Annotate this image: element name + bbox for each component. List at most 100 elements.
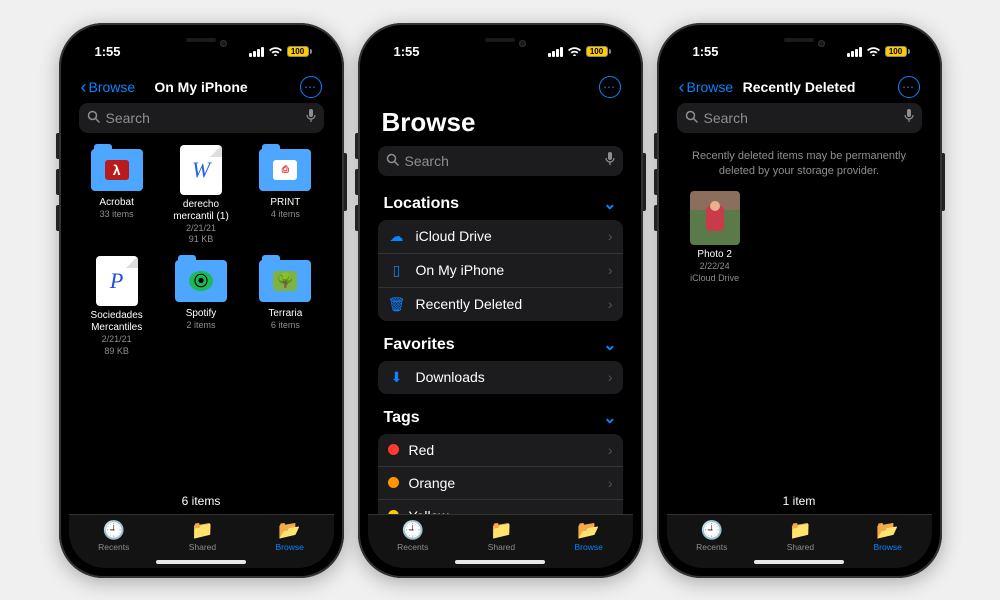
row-tag-yellow[interactable]: Yellow ›	[378, 500, 623, 514]
page-title: On My iPhone	[154, 79, 247, 95]
row-tag-orange[interactable]: Orange ›	[378, 467, 623, 500]
row-on-my-iphone[interactable]: ▯ On My iPhone ›	[378, 254, 623, 288]
download-icon: ⬇	[388, 369, 406, 386]
mic-icon[interactable]	[605, 152, 615, 169]
row-tag-red[interactable]: Red ›	[378, 434, 623, 467]
row-icloud-drive[interactable]: ☁ iCloud Drive ›	[378, 220, 623, 254]
tab-browse[interactable]: 📂Browse	[574, 520, 602, 552]
more-button[interactable]: ⋯	[300, 76, 322, 98]
status-time: 1:55	[693, 44, 719, 59]
file-grid: λ Acrobat 33 items W derecho mercantil (…	[79, 145, 324, 358]
cellular-icon	[548, 47, 563, 57]
file-derecho[interactable]: W derecho mercantil (1) 2/21/21 91 KB	[163, 145, 239, 246]
page-title: Browse	[368, 103, 633, 146]
search-field[interactable]	[378, 146, 623, 176]
folder-icon: 📂	[876, 520, 898, 540]
search-field[interactable]	[677, 103, 922, 133]
battery-icon: 100	[586, 46, 611, 57]
battery-icon: 100	[287, 46, 312, 57]
tab-shared[interactable]: 📁Shared	[488, 520, 515, 552]
chevron-right-icon: ›	[608, 228, 613, 244]
search-input[interactable]	[405, 153, 599, 169]
search-icon	[87, 110, 100, 126]
shared-folder-icon: 📁	[490, 520, 512, 540]
cellular-icon	[249, 47, 264, 57]
tab-browse[interactable]: 📂Browse	[275, 520, 303, 552]
file-grid: Photo 2 2/22/24 iCloud Drive	[677, 191, 922, 284]
image-thumbnail-icon	[690, 191, 740, 245]
shared-folder-icon: 📁	[789, 520, 811, 540]
chevron-left-icon: ‹	[81, 78, 87, 96]
chevron-down-icon: ⌄	[603, 194, 616, 214]
folder-terraria[interactable]: 🌳 Terraria 6 items	[247, 256, 323, 357]
chevron-right-icon: ›	[608, 475, 613, 491]
chevron-right-icon: ›	[608, 262, 613, 278]
row-downloads[interactable]: ⬇ Downloads ›	[378, 361, 623, 394]
folder-icon: ⎙	[259, 149, 311, 191]
chevron-down-icon: ⌄	[603, 408, 616, 428]
search-input[interactable]	[106, 110, 300, 126]
word-doc-icon: P	[96, 256, 138, 306]
chevron-right-icon: ›	[608, 442, 613, 458]
tag-dot-icon	[388, 444, 399, 455]
notch	[454, 33, 546, 55]
search-input[interactable]	[704, 110, 898, 126]
chevron-left-icon: ‹	[679, 78, 685, 96]
row-recently-deleted[interactable]: 🗑 Recently Deleted ›	[378, 288, 623, 321]
folder-icon: 📂	[278, 520, 300, 540]
tab-recents[interactable]: 🕘Recents	[98, 520, 129, 552]
cellular-icon	[847, 47, 862, 57]
search-field[interactable]	[79, 103, 324, 133]
status-time: 1:55	[95, 44, 121, 59]
file-photo-2[interactable]: Photo 2 2/22/24 iCloud Drive	[677, 191, 753, 284]
item-count: 1 item	[667, 488, 932, 514]
favorites-list: ⬇ Downloads ›	[378, 361, 623, 394]
folder-icon: 📂	[577, 520, 599, 540]
back-button[interactable]: ‹ Browse	[679, 78, 734, 96]
mic-icon[interactable]	[904, 109, 914, 126]
folder-icon: ⦿	[175, 260, 227, 302]
folder-icon: 🌳	[259, 260, 311, 302]
notch	[155, 33, 247, 55]
section-locations[interactable]: Locations ⌄	[378, 188, 623, 220]
folder-spotify[interactable]: ⦿ Spotify 2 items	[163, 256, 239, 357]
shared-folder-icon: 📁	[191, 520, 213, 540]
page-title: Recently Deleted	[743, 79, 856, 95]
tab-recents[interactable]: 🕘Recents	[696, 520, 727, 552]
back-label: Browse	[687, 79, 734, 95]
home-indicator[interactable]	[455, 560, 545, 564]
nav-bar: ⋯	[368, 71, 633, 103]
tab-browse[interactable]: 📂Browse	[873, 520, 901, 552]
back-label: Browse	[89, 79, 136, 95]
more-button[interactable]: ⋯	[599, 76, 621, 98]
folder-print[interactable]: ⎙ PRINT 4 items	[247, 145, 323, 246]
folder-icon: λ	[91, 149, 143, 191]
chevron-down-icon: ⌄	[603, 335, 616, 355]
word-doc-icon: W	[180, 145, 222, 195]
phone-3: 1:55 100 ‹ Browse Recently Deleted ⋯ Rec…	[657, 23, 942, 578]
section-tags[interactable]: Tags ⌄	[378, 402, 623, 434]
home-indicator[interactable]	[754, 560, 844, 564]
home-indicator[interactable]	[156, 560, 246, 564]
search-icon	[386, 153, 399, 169]
notch	[753, 33, 845, 55]
section-favorites[interactable]: Favorites ⌄	[378, 329, 623, 361]
clock-icon: 🕘	[103, 520, 125, 540]
tab-recents[interactable]: 🕘Recents	[397, 520, 428, 552]
nav-bar: ‹ Browse Recently Deleted ⋯	[667, 71, 932, 103]
tab-shared[interactable]: 📁Shared	[189, 520, 216, 552]
back-button[interactable]: ‹ Browse	[81, 78, 136, 96]
file-sociedades[interactable]: P Sociedades Mercantiles 2/21/21 89 KB	[79, 256, 155, 357]
phone-1: 1:55 100 ‹ Browse On My iPhone ⋯	[59, 23, 344, 578]
iphone-icon: ▯	[388, 262, 406, 279]
wifi-icon	[567, 44, 582, 59]
wifi-icon	[866, 44, 881, 59]
mic-icon[interactable]	[306, 109, 316, 126]
ellipsis-icon: ⋯	[902, 80, 915, 94]
tab-shared[interactable]: 📁Shared	[787, 520, 814, 552]
folder-acrobat[interactable]: λ Acrobat 33 items	[79, 145, 155, 246]
more-button[interactable]: ⋯	[898, 76, 920, 98]
chevron-right-icon: ›	[608, 296, 613, 312]
locations-list: ☁ iCloud Drive › ▯ On My iPhone › 🗑 Rece…	[378, 220, 623, 321]
search-icon	[685, 110, 698, 126]
